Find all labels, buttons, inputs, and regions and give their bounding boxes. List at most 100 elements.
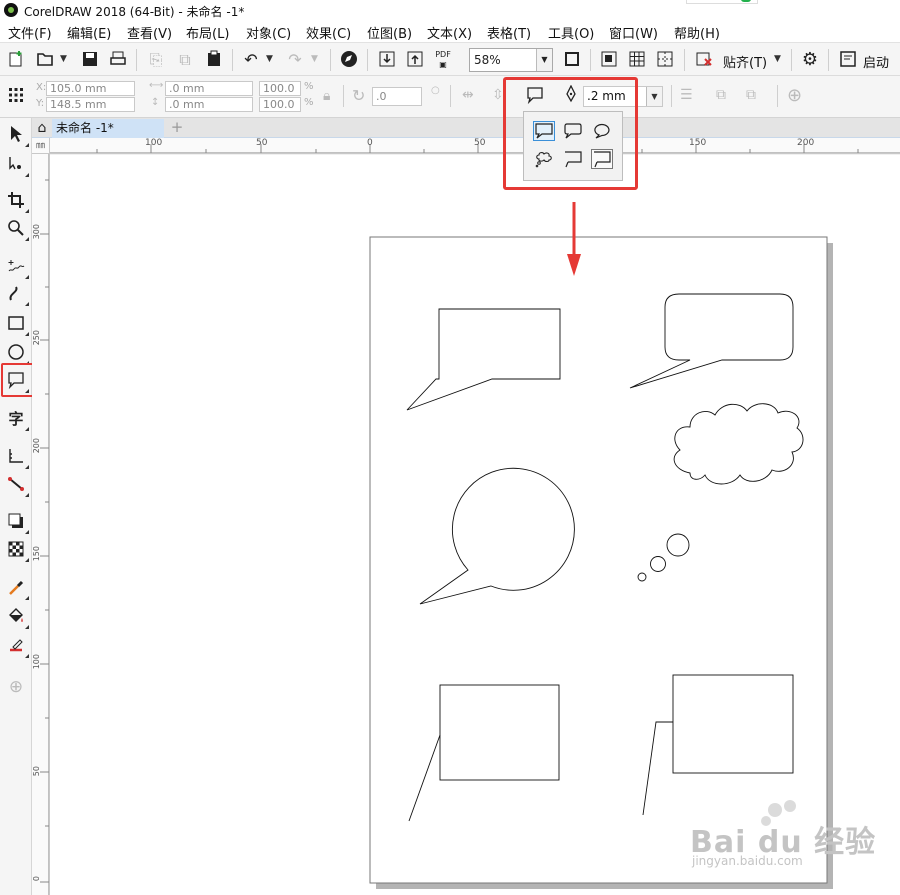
toolbar-separator <box>343 85 344 107</box>
show-guidelines-icon[interactable] <box>655 50 675 70</box>
toolbar-separator <box>232 49 233 71</box>
y-position-field[interactable]: 148.5 mm <box>46 97 135 112</box>
menu-edit[interactable]: 编辑(E) <box>67 23 111 42</box>
x-position-field[interactable]: 105.0 mm <box>46 81 135 96</box>
menu-help[interactable]: 帮助(H) <box>674 23 720 42</box>
new-document-icon[interactable] <box>6 50 26 70</box>
toolbar-separator <box>136 49 137 71</box>
scale-width-field[interactable]: 100.0 <box>259 81 301 96</box>
ruler-tick-label: 200 <box>797 138 815 148</box>
cut-icon[interactable]: ⎘ <box>146 50 166 70</box>
add-tab-icon[interactable]: + <box>168 118 186 137</box>
snap-dropdown-caret[interactable]: ▼ <box>774 54 781 64</box>
redo-dropdown-caret[interactable]: ▼ <box>311 54 318 64</box>
text-tool-icon[interactable]: 字 <box>6 409 29 431</box>
scale-height-unit: % <box>304 97 314 108</box>
tab-document[interactable]: 未命名 -1* <box>52 119 164 138</box>
open-folder-icon[interactable] <box>35 50 55 70</box>
notification-tab <box>686 0 758 4</box>
toolbar-separator <box>367 49 368 71</box>
toolbar-separator <box>590 49 591 71</box>
drawing-canvas[interactable]: Bai du 经验 jingyan.baidu.com <box>50 155 900 895</box>
freehand-tool-icon[interactable] <box>6 257 29 279</box>
publish-pdf-label: PDF <box>435 50 451 59</box>
chevron-down-icon[interactable]: ▼ <box>536 49 552 71</box>
ellipse-tool-icon[interactable] <box>6 343 29 365</box>
menu-object[interactable]: 对象(C) <box>246 23 291 42</box>
undo-icon[interactable]: ↶ <box>241 50 261 70</box>
interactive-fill-tool-icon[interactable] <box>6 607 29 629</box>
smart-fill-tool-icon[interactable] <box>6 636 29 658</box>
object-origin-icon[interactable] <box>6 86 26 106</box>
rectangle-tool-icon[interactable] <box>6 314 29 336</box>
eyedropper-tool-icon[interactable] <box>6 578 29 600</box>
options-gear-icon[interactable]: ⚙ <box>800 50 820 70</box>
full-screen-preview-icon[interactable] <box>562 50 582 70</box>
title-bar: CorelDRAW 2018 (64-Bit) - 未命名 -1* <box>0 0 900 20</box>
pick-tool-icon[interactable] <box>6 125 29 147</box>
zoom-tool-icon[interactable] <box>6 219 29 241</box>
to-front-icon[interactable]: ⧉ <box>716 87 726 103</box>
x-position-label: X: <box>36 82 47 93</box>
menu-window[interactable]: 窗口(W) <box>609 23 658 42</box>
menu-file[interactable]: 文件(F) <box>8 23 52 42</box>
menu-text[interactable]: 文本(X) <box>427 23 472 42</box>
text-wrap-icon[interactable]: ☰ <box>680 87 693 103</box>
dimension-tool-icon[interactable] <box>6 447 29 469</box>
to-back-icon[interactable]: ⧉ <box>746 87 756 103</box>
redo-icon[interactable]: ↷ <box>285 50 305 70</box>
publish-pdf-icon[interactable]: PDF ▣ <box>433 50 453 70</box>
launch-button[interactable]: 启动 <box>863 52 889 71</box>
add-icon[interactable]: ⊕ <box>787 85 802 106</box>
save-icon[interactable] <box>80 50 100 70</box>
menu-tools[interactable]: 工具(O) <box>548 23 594 42</box>
menu-layout[interactable]: 布局(L) <box>186 23 229 42</box>
shape-tool-icon[interactable] <box>6 155 29 177</box>
menu-effects[interactable]: 效果(C) <box>306 23 351 42</box>
lock-ratio-icon[interactable]: 🔒︎ <box>323 88 330 104</box>
flyout-highlight-box <box>503 77 638 190</box>
home-icon[interactable]: ⌂ <box>34 120 50 136</box>
mirror-horizontal-icon[interactable]: ⇹ <box>462 87 474 103</box>
zoom-level-combobox[interactable]: 58% ▼ <box>469 48 553 72</box>
paste-icon[interactable] <box>204 50 224 70</box>
chevron-down-icon[interactable]: ▼ <box>646 87 662 106</box>
snap-to-menu[interactable]: 贴齐(T) <box>723 52 767 71</box>
undo-dropdown-caret[interactable]: ▼ <box>266 54 273 64</box>
rotation-angle-field[interactable]: .0 <box>372 87 422 106</box>
vertical-ruler[interactable]: 300 250 200 150 100 50 0 <box>32 154 50 895</box>
print-icon[interactable] <box>108 50 128 70</box>
snap-off-icon[interactable] <box>694 50 714 70</box>
menu-bitmaps[interactable]: 位图(B) <box>367 23 412 42</box>
show-rulers-icon[interactable] <box>599 50 619 70</box>
open-dropdown-caret[interactable]: ▼ <box>60 54 67 64</box>
property-bar: X: 105.0 mm Y: 148.5 mm ⟷ .0 mm ↕ .0 mm … <box>0 76 900 118</box>
connector-tool-icon[interactable] <box>6 475 29 497</box>
copy-icon[interactable]: ⧉ <box>175 50 195 70</box>
rotation-icon: ↻ <box>352 86 366 105</box>
zoom-level-value: 58% <box>474 53 501 67</box>
transparency-tool-icon[interactable] <box>6 540 29 562</box>
crop-tool-icon[interactable] <box>6 191 29 213</box>
ruler-origin[interactable]: ㎜ <box>32 138 50 154</box>
import-icon[interactable] <box>377 50 397 70</box>
search-content-icon[interactable] <box>339 50 359 70</box>
launch-icon[interactable] <box>838 50 858 70</box>
menu-view[interactable]: 查看(V) <box>127 23 172 42</box>
horizontal-ruler[interactable]: 100 50 0 50 100 150 200 <box>50 138 900 154</box>
ruler-tick-label: 150 <box>689 138 707 148</box>
height-icon: ↕ <box>151 97 160 108</box>
export-icon[interactable] <box>405 50 425 70</box>
arrow-down-icon <box>567 202 581 276</box>
scale-height-field[interactable]: 100.0 <box>259 97 301 112</box>
object-width-field[interactable]: .0 mm <box>165 81 253 96</box>
artistic-media-tool-icon[interactable] <box>6 284 29 306</box>
standard-toolbar: ▼ ⎘ ⧉ ↶ ▼ ↷ ▼ PDF ▣ 58% ▼ 贴齐(T) ▼ ⚙ 启动 <box>0 42 900 76</box>
y-position-label: Y: <box>36 98 45 109</box>
mirror-vertical-icon[interactable]: ⇳ <box>492 87 504 103</box>
add-tool-icon[interactable]: ⊕ <box>6 677 26 697</box>
menu-table[interactable]: 表格(T) <box>487 23 531 42</box>
object-height-field[interactable]: .0 mm <box>165 97 253 112</box>
show-grid-icon[interactable] <box>627 50 647 70</box>
drop-shadow-tool-icon[interactable] <box>6 512 29 534</box>
